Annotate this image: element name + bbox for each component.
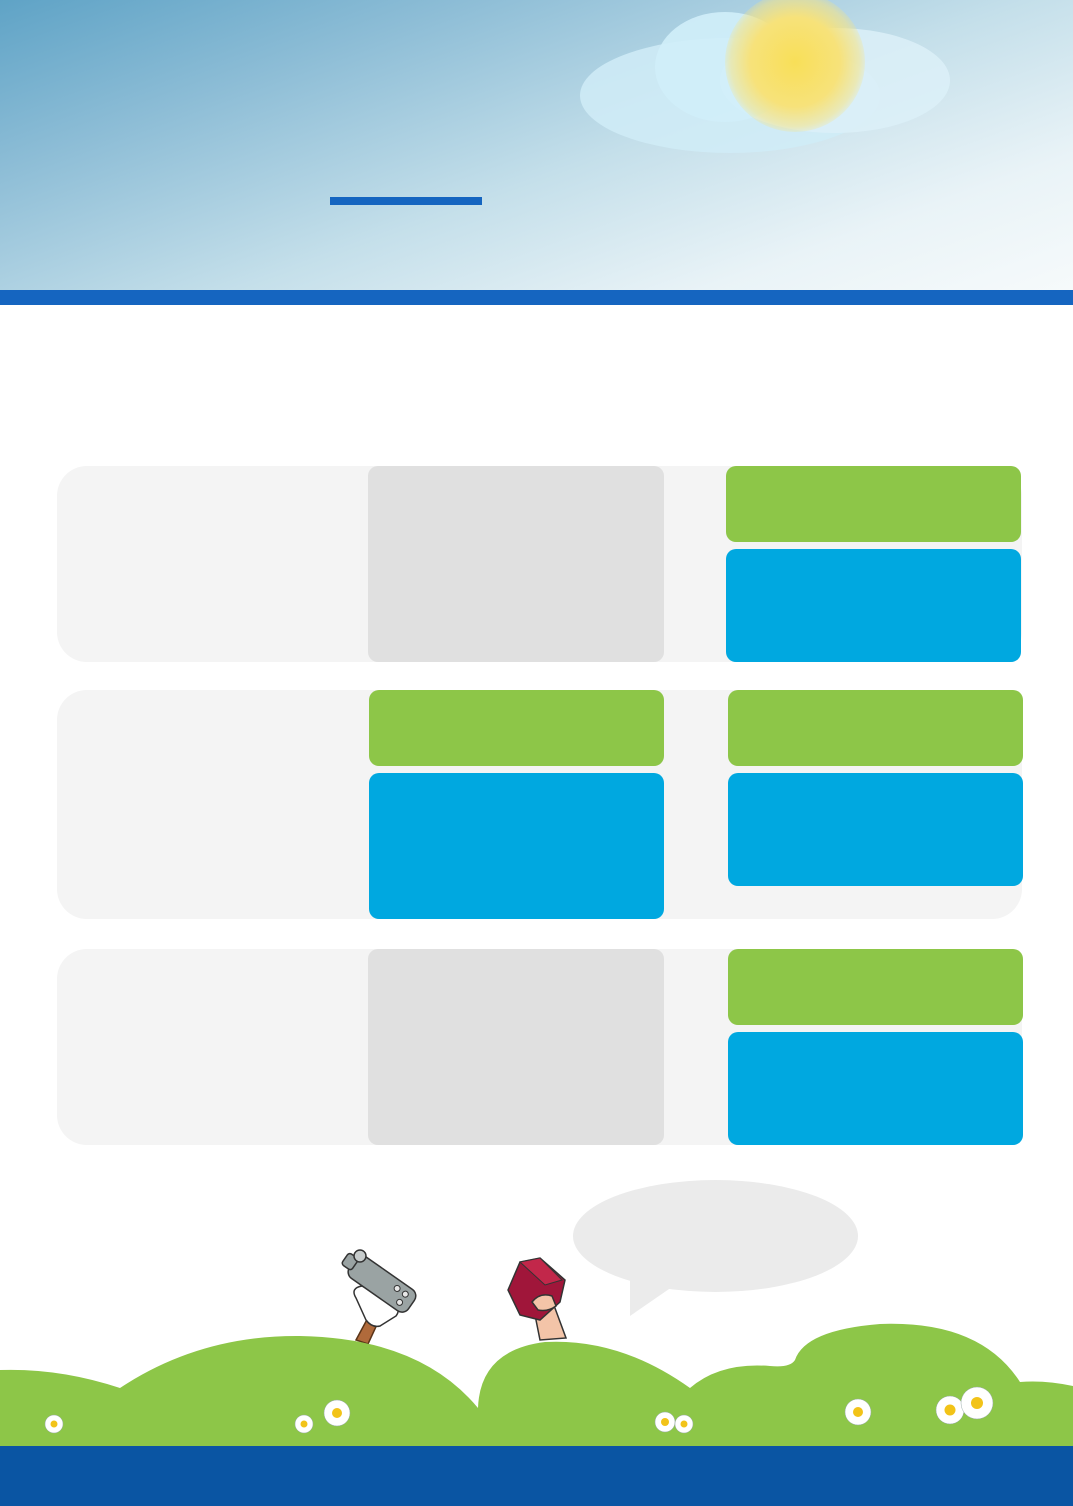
row-3-right-bottom-box (728, 1032, 1023, 1145)
book-icon (507, 1257, 568, 1341)
row-1-right-top-box (726, 466, 1021, 542)
row-1-right-bottom-box (726, 549, 1021, 662)
footer-band (0, 1446, 1073, 1506)
header-sky (0, 0, 1073, 290)
row-1-middle-box (368, 466, 664, 662)
hammer-icon (341, 1249, 417, 1345)
row-2-right-top-box (728, 690, 1023, 766)
header-band (0, 290, 1073, 305)
row-2-right-bottom-box (728, 773, 1023, 886)
row-2-middle-bottom-box (369, 773, 664, 919)
row-3-right-top-box (728, 949, 1023, 1025)
row-3-middle-box (368, 949, 664, 1145)
row-2-middle-top-box (369, 690, 664, 766)
title-underline (330, 197, 482, 205)
